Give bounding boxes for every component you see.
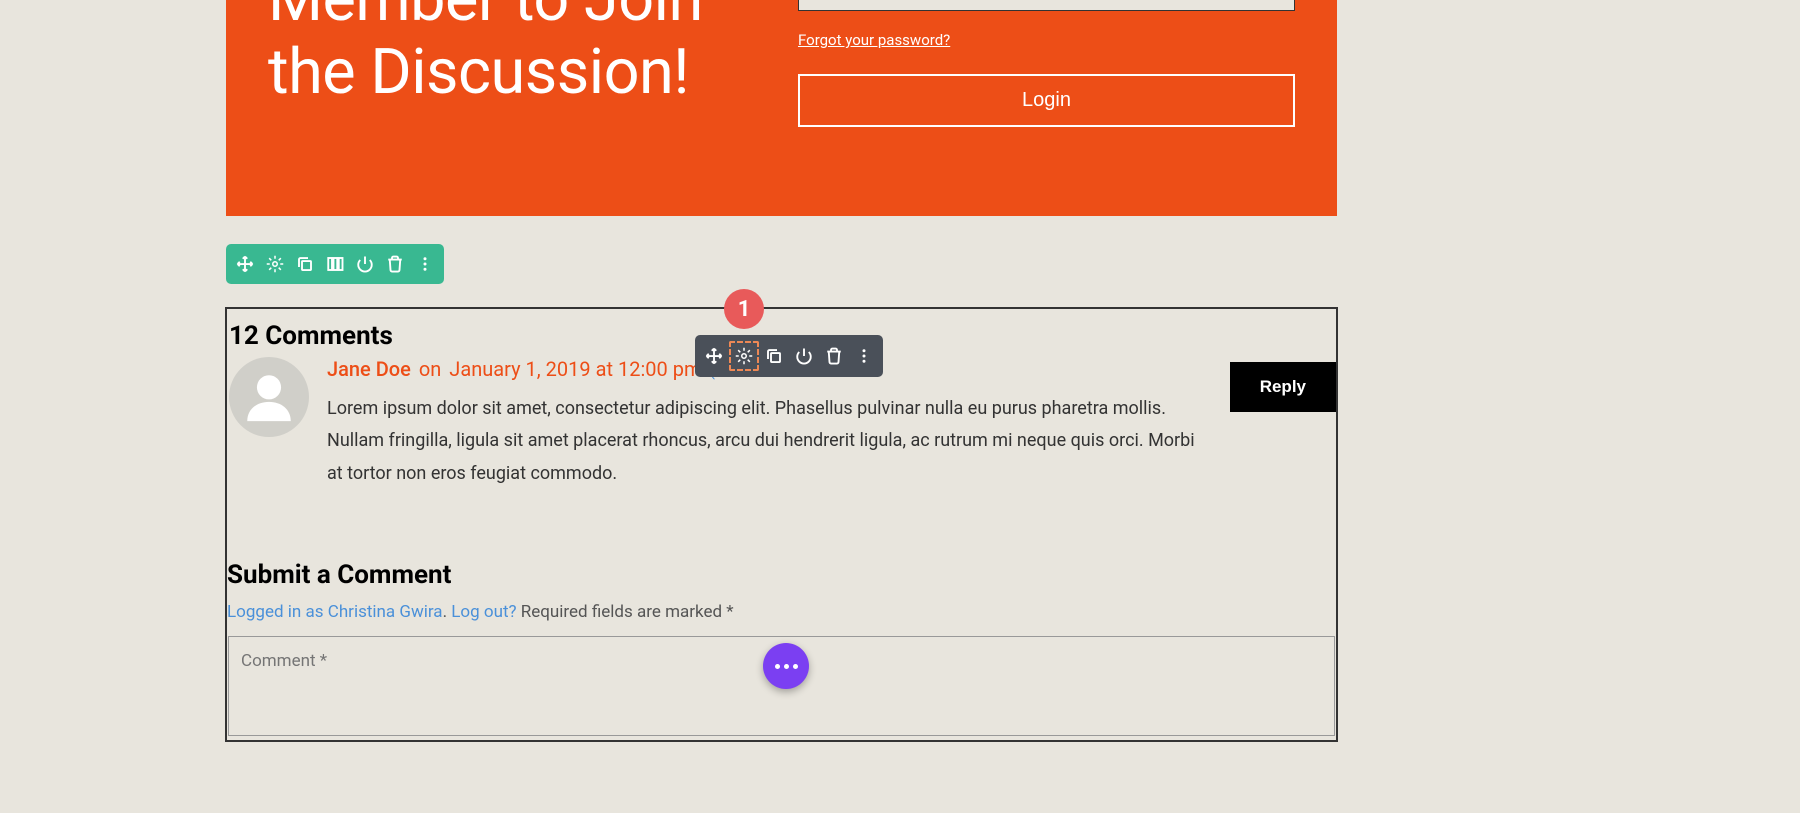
logged-in-status: Logged in as Christina Gwira. Log out? R… [227, 602, 1336, 636]
clone-icon[interactable] [296, 255, 314, 273]
comment-date: January 1, 2019 at 12:00 pm [449, 357, 701, 381]
comment-author[interactable]: Jane Doe [327, 357, 411, 381]
more-icon[interactable] [416, 255, 434, 273]
forgot-password-link[interactable]: Forgot your password? [798, 31, 1295, 49]
more-icon[interactable] [855, 347, 873, 365]
cta-banner: Become a Member to Join the Discussion! … [226, 0, 1337, 216]
ellipsis-icon [775, 664, 798, 669]
banner-form: 1 Forgot your password? Login [798, 0, 1295, 186]
password-field[interactable] [798, 0, 1295, 11]
logged-in-user-link[interactable]: Christina Gwira [328, 602, 443, 622]
gear-icon[interactable] [266, 255, 284, 273]
banner-title: Become a Member to Join the Discussion! [268, 0, 778, 109]
power-icon[interactable] [795, 347, 813, 365]
dot-sep: . [443, 602, 452, 622]
reply-button[interactable]: Reply [1230, 362, 1336, 412]
login-button[interactable]: Login [798, 74, 1295, 127]
gear-icon[interactable] [735, 347, 753, 365]
comment-date-prefix: on [419, 357, 441, 381]
trash-icon[interactable] [386, 255, 404, 273]
step-badge: 1 [724, 289, 764, 329]
section-toolbar [226, 244, 444, 284]
logout-link[interactable]: Log out? [451, 602, 516, 622]
move-icon[interactable] [236, 255, 254, 273]
password-wrapper: 1 [798, 0, 1295, 11]
columns-icon[interactable] [326, 255, 344, 273]
power-icon[interactable] [356, 255, 374, 273]
module-toolbar [695, 335, 883, 377]
move-icon[interactable] [705, 347, 723, 365]
required-fields-text: Required fields are marked * [521, 602, 734, 622]
submit-comment-heading: Submit a Comment [227, 548, 1336, 602]
trash-icon[interactable] [825, 347, 843, 365]
avatar [229, 357, 309, 437]
comment-text: Lorem ipsum dolor sit amet, consectetur … [327, 393, 1318, 490]
clone-icon[interactable] [765, 347, 783, 365]
banner-left: Become a Member to Join the Discussion! [268, 0, 798, 186]
logged-in-prefix: Logged in as [227, 602, 328, 622]
fab-button[interactable] [763, 643, 809, 689]
